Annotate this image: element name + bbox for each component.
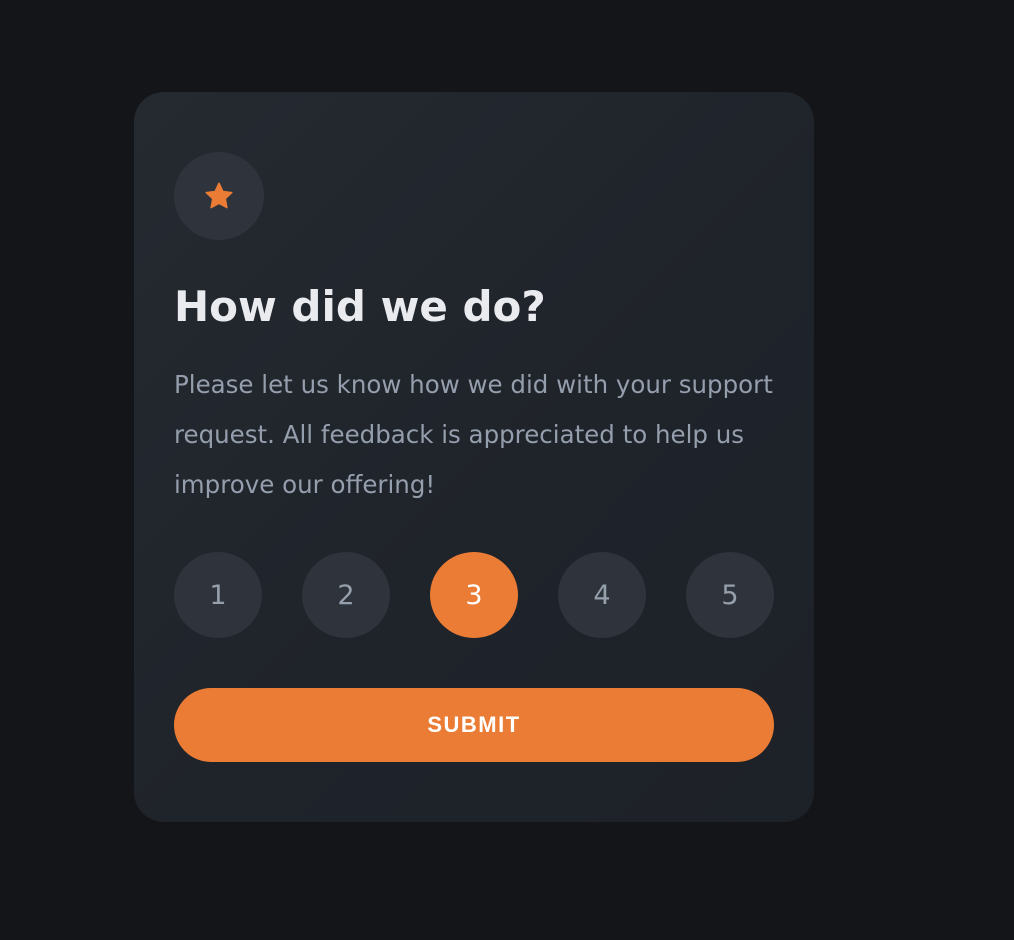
card-title: How did we do? (174, 282, 546, 331)
submit-button[interactable]: SUBMIT (174, 688, 774, 762)
rating-button-4[interactable]: 4 (558, 552, 646, 638)
rating-options: 1 2 3 4 5 (174, 552, 774, 638)
rating-card: How did we do? Please let us know how we… (134, 92, 814, 822)
rating-button-5[interactable]: 5 (686, 552, 774, 638)
rating-button-3[interactable]: 3 (430, 552, 518, 638)
rating-button-1[interactable]: 1 (174, 552, 262, 638)
card-description: Please let us know how we did with your … (174, 370, 773, 499)
rating-button-2[interactable]: 2 (302, 552, 390, 638)
star-badge (174, 152, 264, 240)
star-icon (205, 182, 233, 209)
